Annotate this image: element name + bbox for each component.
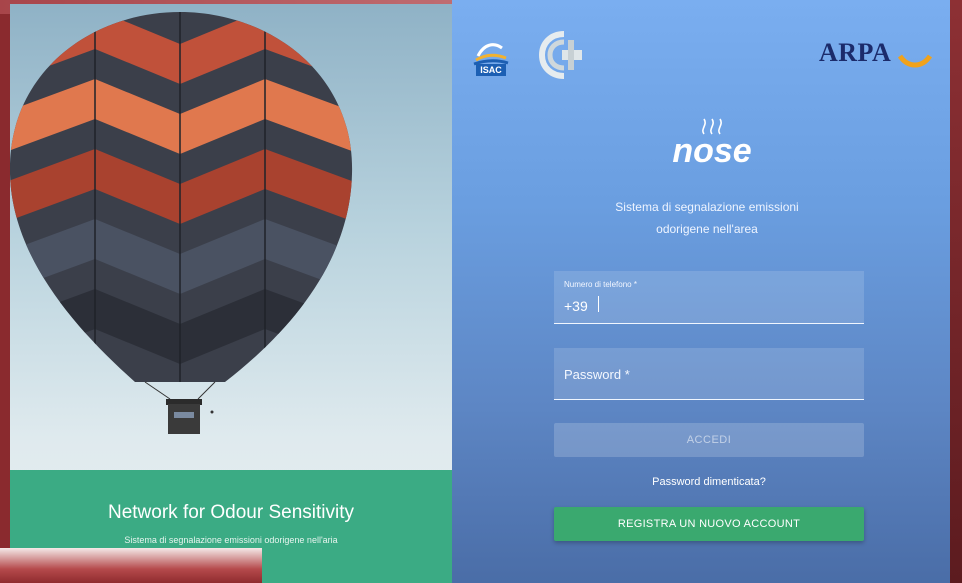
hot-air-balloon-image <box>10 12 353 434</box>
nose-logo: nose <box>652 116 772 176</box>
login-button[interactable]: ACCEDI <box>554 423 864 457</box>
phone-field[interactable]: Numero di telefono * +39 <box>554 271 864 324</box>
arpa-logo: ARPA <box>819 38 892 67</box>
app-subtitle-line1: Sistema di segnalazione emissioni <box>615 200 799 214</box>
app-subtitle: Sistema di segnalazione emissioni odorig… <box>572 196 842 240</box>
background-window-fragment <box>0 548 262 583</box>
hero-panel: Network for Odour Sensitivity Sistema di… <box>10 4 452 583</box>
text-caret <box>598 296 599 312</box>
app-subtitle-line2: odorigene nell'area <box>656 222 758 236</box>
arpa-swoosh-icon <box>898 54 932 68</box>
password-field[interactable]: Password * <box>554 348 864 400</box>
phone-label: Numero di telefono * <box>564 280 637 289</box>
isac-logo: ISAC <box>472 36 510 78</box>
hero-subtitle: Sistema di segnalazione emissioni odorig… <box>124 535 338 545</box>
hero-title: Network for Odour Sensitivity <box>107 502 355 523</box>
password-label: Password * <box>564 367 630 382</box>
forgot-password-link[interactable]: Password dimenticata? <box>554 476 864 488</box>
register-button[interactable]: REGISTRA UN NUOVO ACCOUNT <box>554 507 864 541</box>
phone-input[interactable]: +39 <box>564 298 588 314</box>
app-logo-text: nose <box>672 132 752 170</box>
window-frame-right <box>950 0 962 583</box>
login-panel: ISAC ARPA nose Sistema di segnalazione e… <box>452 0 950 583</box>
isac-label: ISAC <box>476 64 506 76</box>
cnr-logo <box>538 31 582 79</box>
